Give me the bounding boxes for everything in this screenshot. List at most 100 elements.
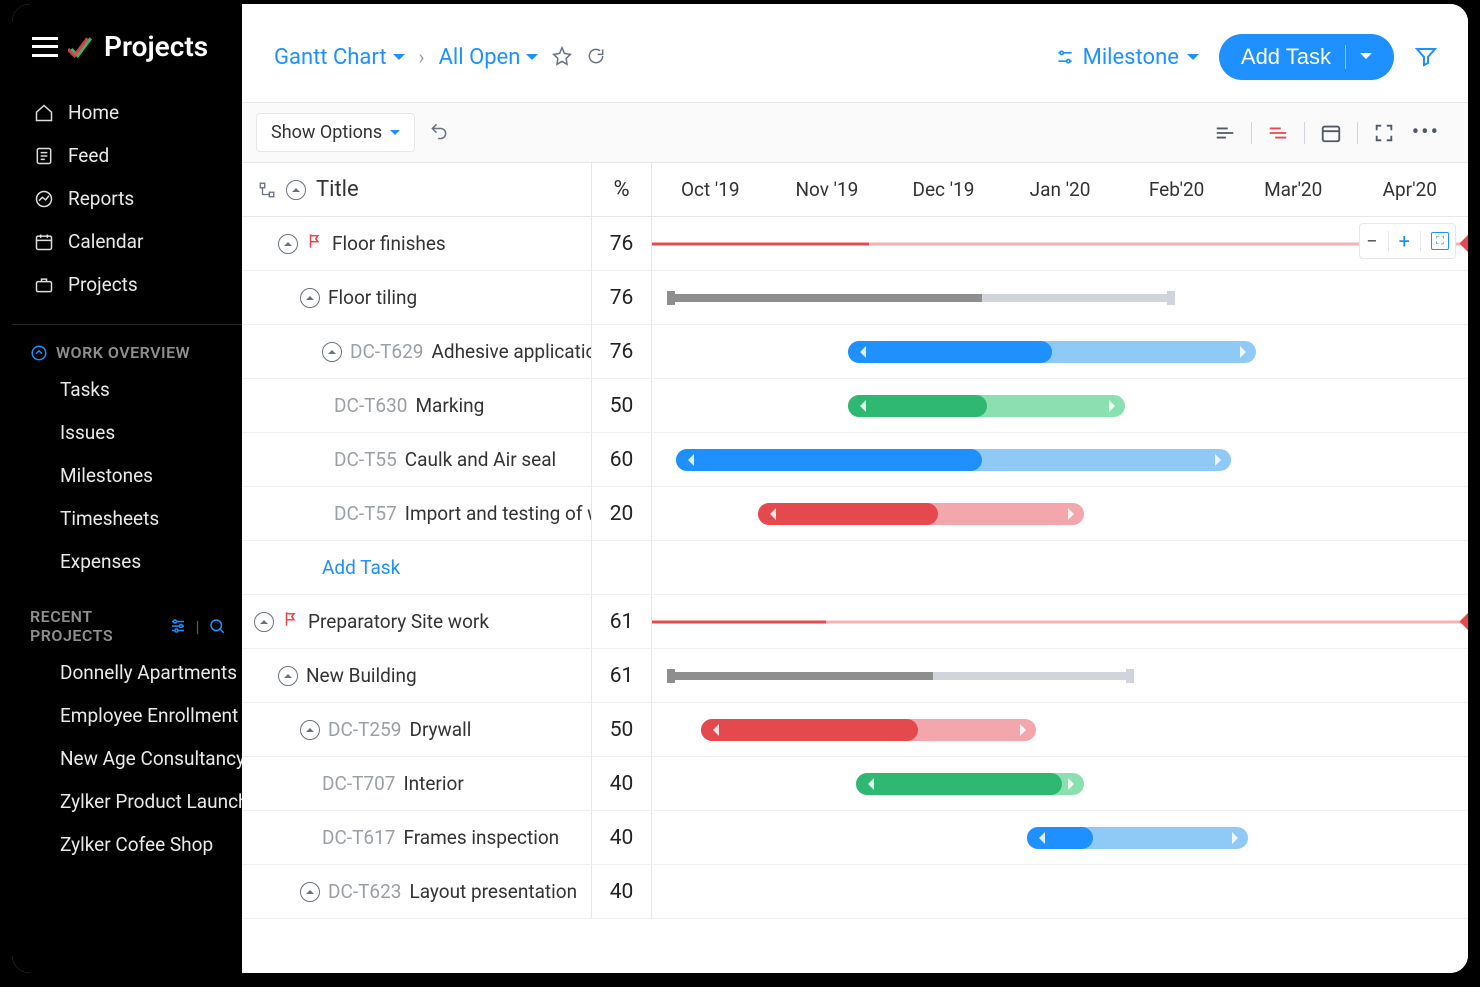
milestone-progress-line xyxy=(652,620,1468,623)
search-icon[interactable] xyxy=(208,617,226,635)
row-title: DC-T617 Frames inspection xyxy=(242,811,592,864)
zoom-in-button[interactable]: + xyxy=(1399,229,1410,253)
add-task-link[interactable]: Add Task xyxy=(322,556,400,579)
chevron-down-icon xyxy=(1187,54,1199,66)
row-bar-area xyxy=(652,595,1468,648)
nav-label: Reports xyxy=(68,187,134,210)
row-percent: 20 xyxy=(592,487,652,540)
sub-expenses[interactable]: Expenses xyxy=(12,540,242,583)
nav-reports[interactable]: Reports xyxy=(12,177,242,220)
more-icon[interactable]: ••• xyxy=(1406,120,1446,145)
refresh-icon[interactable] xyxy=(586,46,606,69)
row-title: Add Task xyxy=(242,541,592,594)
show-options-dropdown[interactable]: Show Options xyxy=(256,113,415,152)
gantt-row[interactable]: DC-T259 Drywall50 xyxy=(242,703,1468,757)
chevron-down-icon xyxy=(526,54,538,66)
gantt-row[interactable]: Add Task xyxy=(242,541,1468,595)
row-title: DC-T629 Adhesive application xyxy=(242,325,592,378)
gantt-row[interactable]: Floor tiling76 xyxy=(242,271,1468,325)
gantt-row[interactable]: DC-T55 Caulk and Air seal60 xyxy=(242,433,1468,487)
hierarchy-icon[interactable] xyxy=(258,181,276,199)
collapse-icon[interactable] xyxy=(300,882,320,902)
nav-home[interactable]: Home xyxy=(12,91,242,134)
gantt-row[interactable]: Floor finishes76 xyxy=(242,217,1468,271)
breadcrumb-filter[interactable]: All Open xyxy=(439,45,539,70)
gantt-row[interactable]: DC-T623 Layout presentation40 xyxy=(242,865,1468,919)
gantt-row[interactable]: DC-T629 Adhesive application76 xyxy=(242,325,1468,379)
collapse-all-icon[interactable] xyxy=(286,180,306,200)
recent-project[interactable]: Zylker Cofee Shop xyxy=(12,823,242,866)
zoom-fit-button[interactable]: ⛶ xyxy=(1431,232,1449,250)
row-title: Floor tiling xyxy=(242,271,592,324)
task-bar[interactable] xyxy=(758,503,1084,525)
view-type-1-icon[interactable] xyxy=(1207,115,1243,151)
hamburger-icon[interactable] xyxy=(32,37,58,57)
milestone-dropdown[interactable]: Milestone xyxy=(1055,45,1199,70)
chevron-down-icon xyxy=(1360,53,1372,65)
collapse-icon[interactable] xyxy=(322,342,342,362)
task-code: DC-T57 xyxy=(334,502,397,525)
add-task-button[interactable]: Add Task xyxy=(1219,34,1394,80)
recent-project[interactable]: Donnelly Apartments xyxy=(12,651,242,694)
section-work-overview[interactable]: WORK OVERVIEW xyxy=(12,329,242,368)
view-type-2-icon[interactable] xyxy=(1260,115,1296,151)
timeline-header: Oct '19Nov '19Dec '19Jan '20Feb'20Mar'20… xyxy=(652,163,1468,216)
row-bar-area xyxy=(652,433,1468,486)
sub-timesheets[interactable]: Timesheets xyxy=(12,497,242,540)
task-bar[interactable] xyxy=(701,719,1036,741)
gantt-row[interactable]: DC-T707 Interior40 xyxy=(242,757,1468,811)
collapse-icon[interactable] xyxy=(254,612,274,632)
filter-icon[interactable] xyxy=(1414,44,1438,71)
breadcrumb-view[interactable]: Gantt Chart xyxy=(274,45,405,70)
calendar-view-icon[interactable] xyxy=(1313,115,1349,151)
row-title: DC-T630 Marking xyxy=(242,379,592,432)
feed-icon xyxy=(34,146,54,166)
sliders-icon xyxy=(1055,47,1075,67)
milestone-flag-icon xyxy=(282,610,300,633)
task-bar[interactable] xyxy=(1027,827,1247,849)
gantt-body[interactable]: − + ⛶ Floor finishes76Floor tiling76DC-T… xyxy=(242,217,1468,973)
sliders-icon[interactable] xyxy=(169,617,187,635)
sub-tasks[interactable]: Tasks xyxy=(12,368,242,411)
collapse-icon[interactable] xyxy=(278,666,298,686)
row-percent xyxy=(592,541,652,594)
section-label: RECENT PROJECTS xyxy=(30,607,161,645)
collapse-icon[interactable] xyxy=(278,234,298,254)
collapse-icon[interactable] xyxy=(300,288,320,308)
task-bar[interactable] xyxy=(856,773,1084,795)
app-logo-icon xyxy=(68,34,94,60)
task-bar[interactable] xyxy=(848,341,1256,363)
gantt-row[interactable]: New Building61 xyxy=(242,649,1468,703)
row-bar-area xyxy=(652,865,1468,918)
gantt-row[interactable]: DC-T617 Frames inspection40 xyxy=(242,811,1468,865)
nav-calendar[interactable]: Calendar xyxy=(12,220,242,263)
nav-projects[interactable]: Projects xyxy=(12,263,242,306)
sub-milestones[interactable]: Milestones xyxy=(12,454,242,497)
column-title: Title xyxy=(242,163,592,216)
star-icon[interactable] xyxy=(552,46,572,69)
row-title: Preparatory Site work xyxy=(242,595,592,648)
recent-project[interactable]: Zylker Product Launch xyxy=(12,780,242,823)
row-bar-area xyxy=(652,325,1468,378)
task-code: DC-T629 xyxy=(350,340,423,363)
section-recent-projects: RECENT PROJECTS | xyxy=(12,593,242,651)
row-bar-area xyxy=(652,379,1468,432)
milestone-progress-line xyxy=(652,242,1468,245)
task-code: DC-T707 xyxy=(322,772,395,795)
task-bar[interactable] xyxy=(676,449,1231,471)
fullscreen-icon[interactable] xyxy=(1366,115,1402,151)
collapse-icon[interactable] xyxy=(300,720,320,740)
row-bar-area xyxy=(652,649,1468,702)
gantt-row[interactable]: DC-T57 Import and testing of woo..20 xyxy=(242,487,1468,541)
gantt-row[interactable]: Preparatory Site work61 xyxy=(242,595,1468,649)
sub-issues[interactable]: Issues xyxy=(12,411,242,454)
task-bar[interactable] xyxy=(848,395,1125,417)
column-percent: % xyxy=(592,163,652,216)
recent-project[interactable]: Employee Enrollment xyxy=(12,694,242,737)
zoom-out-button[interactable]: − xyxy=(1366,229,1377,253)
undo-icon[interactable] xyxy=(429,121,449,144)
recent-project[interactable]: New Age Consultancy xyxy=(12,737,242,780)
gantt-row[interactable]: DC-T630 Marking50 xyxy=(242,379,1468,433)
task-code: DC-T630 xyxy=(334,394,407,417)
nav-feed[interactable]: Feed xyxy=(12,134,242,177)
